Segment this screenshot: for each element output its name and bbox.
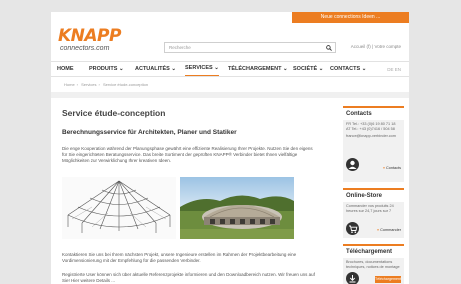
contact-paragraph: Kontaktieren Sie uns bei Ihrem nächsten …: [62, 252, 297, 263]
download-button[interactable]: Téléchargement: [375, 276, 401, 283]
section-subtitle: Berechnungsservice für Architekten, Plan…: [62, 129, 237, 136]
dome-building-photo: [180, 177, 294, 239]
contacts-link[interactable]: »Contacts: [383, 166, 401, 170]
chevron-down-icon: ⌄: [118, 66, 124, 72]
registered-users-paragraph: Registrierte User können sich über aktue…: [62, 272, 315, 283]
chevron-down-icon: ⌄: [214, 65, 219, 71]
logo-subtitle: connectors.com: [60, 45, 110, 52]
nav-home[interactable]: HOME: [57, 62, 74, 77]
chevron-down-icon: ⌄: [318, 66, 324, 72]
download-widget: Téléchargement Brochures, documentations…: [343, 244, 404, 284]
divider-bar: [51, 92, 409, 98]
chevron-down-icon: ⌄: [283, 66, 288, 72]
search-input[interactable]: Recherche: [164, 42, 336, 53]
chevron-right-icon: »: [376, 228, 380, 232]
contacts-title: Contacts: [343, 106, 404, 120]
download-icon: [346, 272, 359, 284]
chevron-right-icon: »: [382, 166, 386, 170]
account-links[interactable]: Accueil (f) | Votre compte: [351, 44, 401, 49]
online-store-widget: Online-Store Commander vos produits 24 h…: [343, 188, 404, 238]
breadcrumb-current: Service étude-conception: [102, 82, 149, 87]
breadcrumb-home[interactable]: Home: [64, 82, 75, 87]
logo-brand: KNAPP: [58, 26, 121, 46]
nav-contacts[interactable]: CONTACTS ⌄: [330, 62, 366, 77]
online-store-text: Commander vos produits 24 heures sur 24,…: [346, 204, 394, 213]
nav-produits[interactable]: PRODUITS ⌄: [89, 62, 124, 77]
contacts-phone-at: AT Tel.: +43 (0)7416 / 504 58: [346, 127, 395, 131]
contact-person-icon: [346, 158, 359, 171]
breadcrumb: Home › Services › Service étude-conception: [64, 82, 149, 87]
page-title: Service étude-conception: [62, 108, 166, 118]
download-text: Brochures, documentations techniques, no…: [346, 260, 400, 269]
page: Neue connections Ideen ... KNAPP connect…: [51, 12, 409, 284]
nav-societe[interactable]: SOCIÉTÉ ⌄: [293, 62, 323, 77]
chevron-down-icon: ⌄: [361, 66, 367, 72]
contacts-widget: Contacts FR Tel.: +33 (0)6 19 80 71 18 A…: [343, 106, 404, 182]
search-icon[interactable]: [326, 45, 332, 51]
nav-telechargement[interactable]: TÉLÉCHARGEMENT ⌄: [228, 62, 288, 77]
project-images: [62, 177, 294, 239]
roof-structure-drawing: [62, 177, 176, 239]
contacts-email[interactable]: france@knapp-verbinder.com: [343, 134, 404, 139]
language-switcher[interactable]: DE EN: [387, 62, 401, 77]
breadcrumb-services[interactable]: Services: [81, 82, 96, 87]
site-logo[interactable]: KNAPP connectors.com: [58, 28, 121, 53]
search-placeholder: Recherche: [169, 45, 191, 50]
nav-services[interactable]: SERVICES ⌄: [185, 62, 219, 76]
shopping-cart-icon: [346, 222, 359, 235]
order-link[interactable]: »Commander: [377, 228, 401, 232]
chevron-down-icon: ⌄: [171, 66, 176, 72]
promo-banner[interactable]: Neue connections Ideen ...: [292, 12, 409, 23]
download-title: Téléchargement: [343, 244, 404, 258]
main-nav: HOME PRODUITS ⌄ ACTUALITÉS ⌄ SERVICES ⌄ …: [51, 61, 409, 77]
intro-paragraph: Die enge Kooperation während der Planung…: [62, 146, 313, 163]
nav-actualites[interactable]: ACTUALITÉS ⌄: [135, 62, 176, 77]
online-store-title: Online-Store: [343, 188, 404, 202]
